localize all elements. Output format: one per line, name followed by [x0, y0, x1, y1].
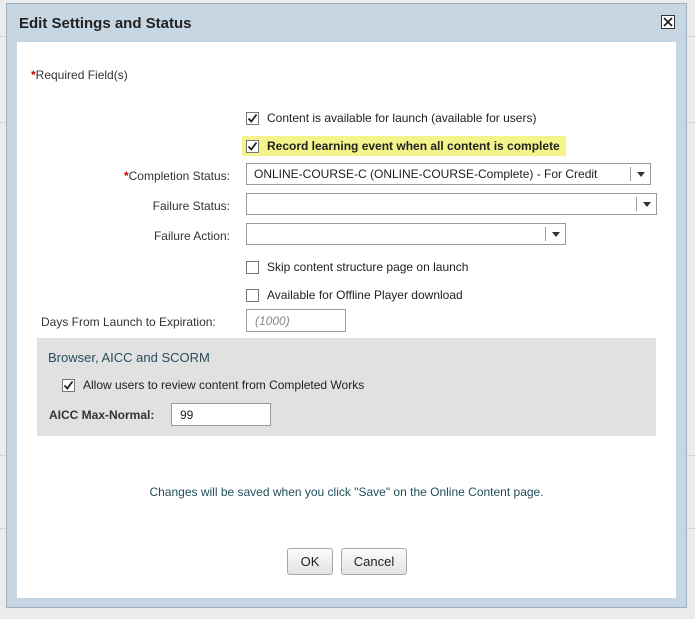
- required-field-note: *Required Field(s): [31, 68, 128, 82]
- completion-status-label: *Completion Status:: [124, 169, 230, 183]
- record-learning-label: Record learning event when all content i…: [267, 139, 560, 153]
- edit-settings-dialog: Edit Settings and Status *Required Field…: [6, 3, 687, 608]
- checkmark-icon: [247, 141, 258, 151]
- cancel-button[interactable]: Cancel: [341, 548, 407, 575]
- close-button[interactable]: [661, 15, 675, 29]
- aicc-max-normal-input[interactable]: [171, 403, 271, 426]
- save-info-text: Changes will be saved when you click "Sa…: [149, 485, 544, 499]
- record-learning-checkbox[interactable]: [246, 139, 259, 153]
- dialog-body: *Required Field(s) Content is available …: [17, 42, 676, 598]
- completion-status-label-text: Completion Status:: [128, 169, 230, 183]
- content-available-checkbox[interactable]: [246, 111, 259, 125]
- allow-review-checkbox[interactable]: [62, 378, 75, 392]
- required-note-text: Required Field(s): [35, 68, 128, 82]
- record-learning-row: Record learning event when all content i…: [242, 136, 566, 156]
- failure-status-select[interactable]: [246, 193, 657, 215]
- chevron-down-icon: [630, 167, 650, 181]
- browser-aicc-scorm-section: Browser, AICC and SCORM Allow users to r…: [37, 338, 656, 436]
- days-expiration-label: Days From Launch to Expiration:: [41, 315, 216, 329]
- content-available-label: Content is available for launch (availab…: [267, 111, 537, 125]
- offline-player-checkbox[interactable]: [246, 288, 259, 302]
- ok-button[interactable]: OK: [287, 548, 333, 575]
- allow-review-label: Allow users to review content from Compl…: [83, 378, 365, 392]
- checkmark-icon: [63, 380, 74, 390]
- offline-player-row: Available for Offline Player download: [246, 288, 463, 302]
- failure-action-select[interactable]: [246, 223, 566, 245]
- chevron-down-icon: [545, 227, 565, 241]
- failure-action-label: Failure Action:: [153, 229, 230, 243]
- days-expiration-input[interactable]: [246, 309, 346, 332]
- content-available-row: Content is available for launch (availab…: [246, 111, 536, 125]
- skip-structure-row: Skip content structure page on launch: [246, 260, 468, 274]
- close-icon: [663, 17, 673, 27]
- chevron-down-icon: [636, 197, 656, 211]
- dialog-title: Edit Settings and Status: [19, 15, 192, 32]
- dialog-header: Edit Settings and Status: [7, 4, 686, 42]
- failure-status-label: Failure Status:: [152, 199, 230, 213]
- skip-structure-label: Skip content structure page on launch: [267, 260, 469, 274]
- section-title: Browser, AICC and SCORM: [48, 350, 210, 365]
- offline-player-label: Available for Offline Player download: [267, 288, 463, 302]
- skip-structure-checkbox[interactable]: [246, 260, 259, 274]
- completion-status-value: ONLINE-COURSE-C (ONLINE-COURSE-Complete)…: [254, 167, 598, 181]
- allow-review-row: Allow users to review content from Compl…: [62, 378, 364, 392]
- checkmark-icon: [247, 113, 258, 123]
- completion-status-select[interactable]: ONLINE-COURSE-C (ONLINE-COURSE-Complete)…: [246, 163, 651, 185]
- aicc-max-normal-label: AICC Max-Normal:: [49, 408, 155, 422]
